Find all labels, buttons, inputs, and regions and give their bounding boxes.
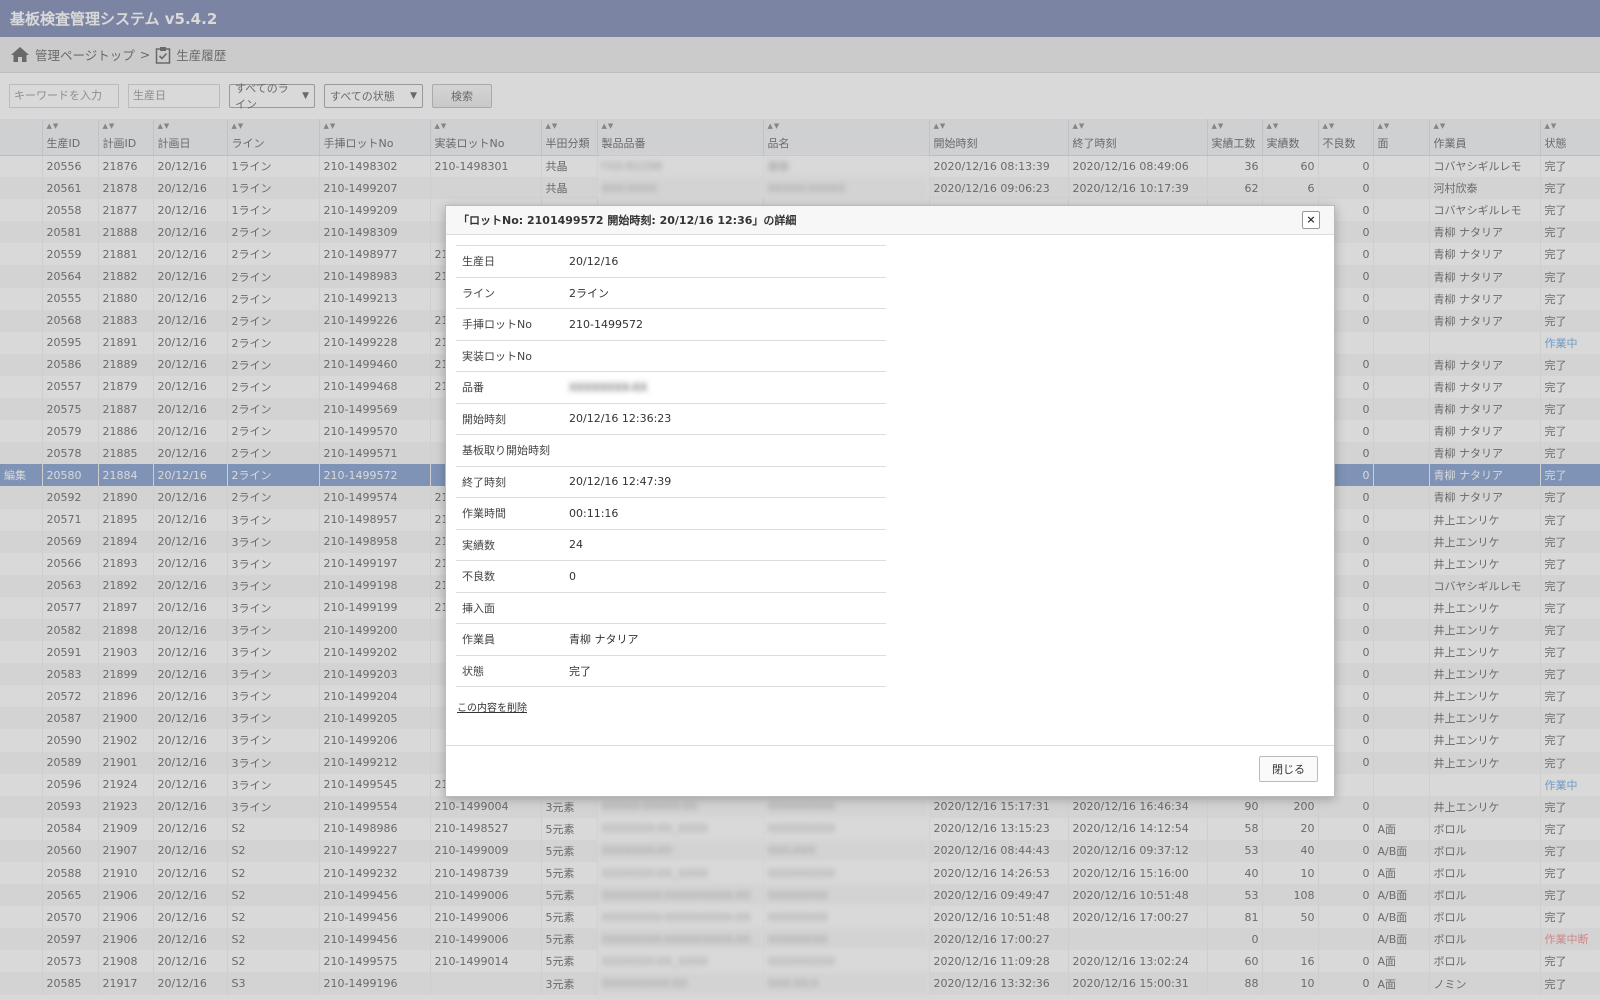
detail-label: 生産日 xyxy=(462,255,495,269)
detail-label: 不良数 xyxy=(462,570,495,584)
detail-row: 生産日 20/12/16 xyxy=(456,245,886,278)
detail-value: XXXXXXXX-XX xyxy=(569,380,648,394)
modal-header: 「ロットNo: 2101499572 開始時刻: 20/12/16 12:36」… xyxy=(446,206,1334,235)
detail-value: 青柳 ナタリア xyxy=(569,633,639,647)
detail-label: 終了時刻 xyxy=(462,475,506,489)
delete-record-link[interactable]: この内容を削除 xyxy=(457,699,527,714)
detail-row: 実装ロットNo xyxy=(456,340,886,372)
detail-row: 作業時間 00:11:16 xyxy=(456,497,886,530)
detail-value xyxy=(568,435,886,467)
detail-table: 生産日 20/12/16 ライン 2ライン手挿ロットNo 210-1499572 実装ロッ… xyxy=(456,245,886,687)
detail-row: 状態 完了 xyxy=(456,655,886,687)
close-icon[interactable]: × xyxy=(1302,211,1320,229)
detail-label: 開始時刻 xyxy=(462,412,506,426)
detail-label: 挿入面 xyxy=(462,601,495,615)
detail-label: 作業時間 xyxy=(462,507,506,521)
detail-row: 手挿ロットNo 210-1499572 xyxy=(456,308,886,341)
close-button[interactable]: 閉じる xyxy=(1259,756,1318,782)
detail-label: 基板取り開始時刻 xyxy=(462,444,550,458)
detail-label: 手挿ロットNo xyxy=(462,318,532,332)
detail-value: 210-1499572 xyxy=(569,317,643,331)
detail-label: 実績数 xyxy=(462,538,495,552)
detail-label: ライン xyxy=(462,286,495,300)
modal-title: 「ロットNo: 2101499572 開始時刻: 20/12/16 12:36」… xyxy=(458,214,797,227)
detail-row: 挿入面 xyxy=(456,592,886,624)
detail-value xyxy=(568,340,886,372)
detail-value: 20/12/16 12:47:39 xyxy=(569,475,672,489)
detail-row: 基板取り開始時刻 xyxy=(456,434,886,467)
detail-value: 0 xyxy=(569,569,576,583)
detail-value xyxy=(568,592,886,624)
detail-row: 作業員 青柳 ナタリア xyxy=(456,623,886,656)
modal-footer: 閉じる xyxy=(446,745,1334,796)
detail-modal: 「ロットNo: 2101499572 開始時刻: 20/12/16 12:36」… xyxy=(445,205,1335,797)
detail-label: 作業員 xyxy=(462,633,495,647)
detail-row: ライン 2ライン xyxy=(456,277,886,309)
detail-row: 終了時刻 20/12/16 12:47:39 xyxy=(456,466,886,498)
detail-row: 開始時刻 20/12/16 12:36:23 xyxy=(456,403,886,435)
detail-label: 品番 xyxy=(462,381,484,395)
detail-row: 品番 XXXXXXXX-XX xyxy=(456,371,886,404)
detail-value: 20/12/16 12:36:23 xyxy=(569,412,672,426)
detail-value: 完了 xyxy=(569,664,591,678)
detail-label: 状態 xyxy=(462,664,484,678)
detail-value: 2ライン xyxy=(569,286,609,300)
detail-value: 00:11:16 xyxy=(569,506,619,520)
detail-label: 実装ロットNo xyxy=(462,349,532,363)
detail-row: 実績数 24 xyxy=(456,529,886,561)
detail-value: 20/12/16 xyxy=(569,254,619,268)
detail-row: 不良数 0 xyxy=(456,560,886,593)
detail-value: 24 xyxy=(569,538,583,552)
